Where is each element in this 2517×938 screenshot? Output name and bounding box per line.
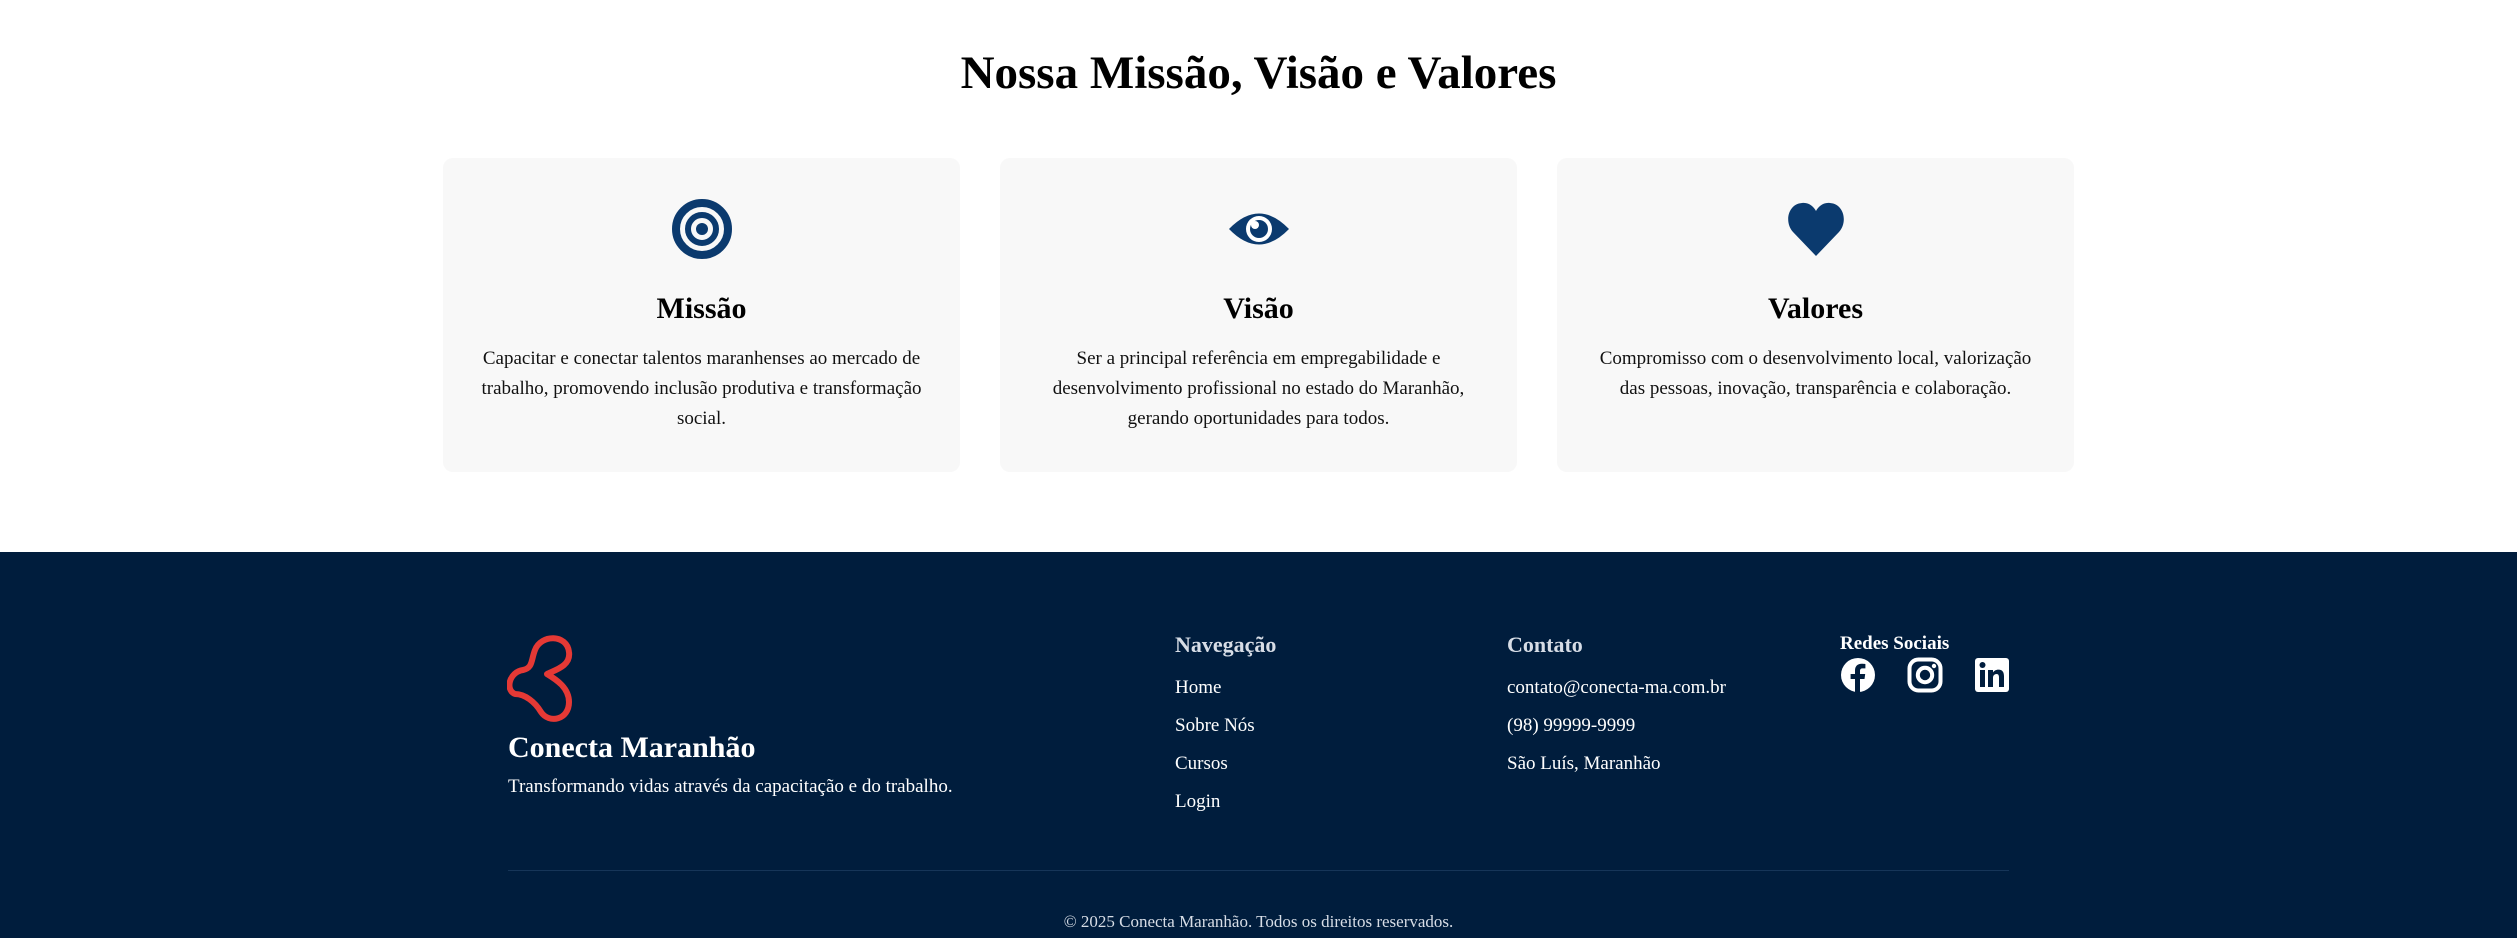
contact-list: contato@conecta-ma.com.br (98) 99999-999… xyxy=(1507,675,1726,789)
nav-link-cursos[interactable]: Cursos xyxy=(1175,751,1255,789)
linkedin-icon[interactable] xyxy=(1974,657,2010,693)
social-heading: Redes Sociais xyxy=(1840,633,1950,654)
contact-email[interactable]: contato@conecta-ma.com.br xyxy=(1507,675,1726,713)
page: Nossa Missão, Visão e Valores Missão Cap… xyxy=(0,0,2517,938)
instagram-icon[interactable] xyxy=(1907,657,1943,693)
nav-link-home[interactable]: Home xyxy=(1175,675,1255,713)
card-text: Compromisso com o desenvolvimento local,… xyxy=(1599,348,2032,399)
card-valores: Valores Compromisso com o desenvolviment… xyxy=(1557,158,2074,472)
card-visao: Visão Ser a principal referência em empr… xyxy=(1000,158,1517,472)
contact-location: São Luís, Maranhão xyxy=(1507,753,1661,774)
eye-icon xyxy=(1000,198,1517,260)
footer-divider xyxy=(508,870,2009,871)
contact-heading: Contato xyxy=(1507,632,1583,657)
nav-link-login[interactable]: Login xyxy=(1175,789,1255,827)
social-icons xyxy=(1840,655,2010,695)
card-title: Missão xyxy=(656,292,747,325)
nav-link-sobre-nos[interactable]: Sobre Nós xyxy=(1175,713,1255,751)
card-missao: Missão Capacitar e conectar talentos mar… xyxy=(443,158,960,472)
footer: Conecta Maranhão Transformando vidas atr… xyxy=(0,552,2517,938)
contact-phone: (98) 99999-9999 xyxy=(1507,715,1636,736)
card-title: Visão xyxy=(1223,292,1294,325)
conecta-logo-icon xyxy=(506,632,587,724)
navigation-list: Home Sobre Nós Cursos Login xyxy=(1175,675,1255,827)
copyright: © 2025 Conecta Maranhão. Todos os direit… xyxy=(1063,912,1454,931)
card-text: Ser a principal referência em empregabil… xyxy=(1052,348,1465,429)
section-title: Nossa Missão, Visão e Valores xyxy=(960,47,1557,99)
card-text: Capacitar e conectar talentos maranhense… xyxy=(481,348,922,429)
brand-name: Conecta Maranhão xyxy=(508,731,756,764)
card-title: Valores xyxy=(1767,292,1863,325)
mvv-section: Nossa Missão, Visão e Valores Missão Cap… xyxy=(0,0,2517,552)
heart-icon xyxy=(1557,198,2074,260)
target-icon xyxy=(443,198,960,260)
navigation-heading: Navegação xyxy=(1175,632,1277,657)
brand-tagline: Transformando vidas através da capacitaç… xyxy=(508,776,953,797)
facebook-icon[interactable] xyxy=(1840,657,1876,693)
